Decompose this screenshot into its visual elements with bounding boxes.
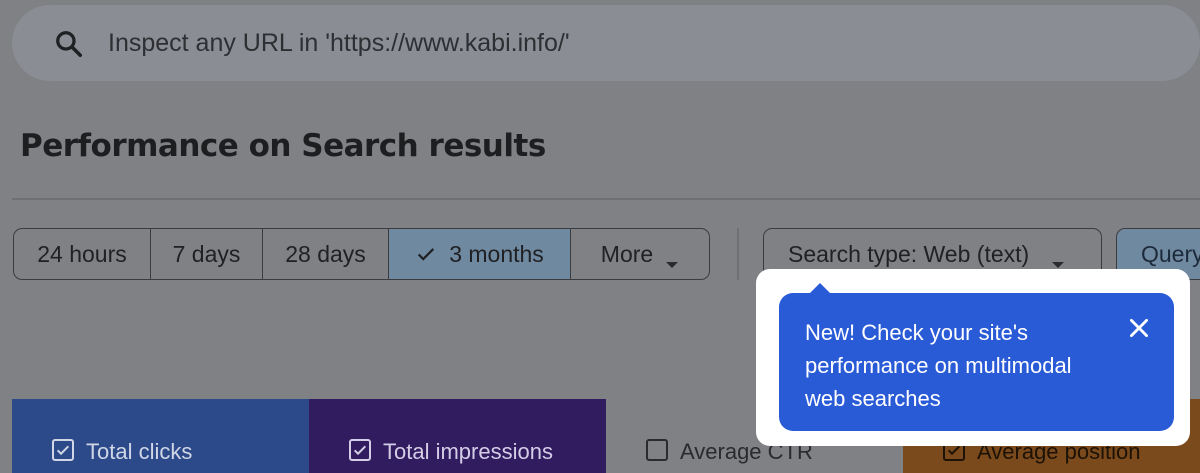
search-type-label: Search type: Web (text) [788,240,1030,267]
metric-card-total-clicks[interactable]: Total clicks [12,399,309,473]
date-option-label: 7 days [172,240,241,267]
date-option-24-hours[interactable]: 24 hours [14,229,151,279]
caret-down-icon [665,249,679,268]
search-icon [54,29,84,59]
page-title: Performance on Search results [20,128,546,164]
date-option-more[interactable]: More [571,229,709,279]
checkbox-checked[interactable] [349,439,371,461]
metric-card-total-impressions[interactable]: Total impressions [309,399,606,473]
close-icon[interactable] [1126,315,1152,341]
date-option-label: 3 months [449,240,544,267]
tooltip-text: New! Check your site's performance on mu… [805,320,1072,411]
date-option-7-days[interactable]: 7 days [151,229,263,279]
caret-down-icon [1051,249,1065,268]
query-label: Query [1141,240,1200,267]
date-option-3-months[interactable]: 3 months [389,229,571,279]
check-icon [415,243,437,265]
metric-label: Total impressions [383,439,553,464]
date-option-label: 24 hours [37,240,127,267]
checkbox-checked[interactable] [52,439,74,461]
checkbox-unchecked[interactable] [646,439,668,461]
date-option-label: More [600,240,654,267]
url-inspect-input[interactable] [108,23,1108,63]
url-inspect-bar[interactable] [12,5,1200,81]
new-feature-tooltip: New! Check your site's performance on mu… [779,293,1174,431]
metric-label: Total clicks [86,439,193,464]
date-option-label: 28 days [285,240,366,267]
divider [12,198,1200,200]
date-option-28-days[interactable]: 28 days [263,229,389,279]
date-range-selector: 24 hours 7 days 28 days 3 months More [13,228,710,280]
filter-separator [737,228,739,280]
